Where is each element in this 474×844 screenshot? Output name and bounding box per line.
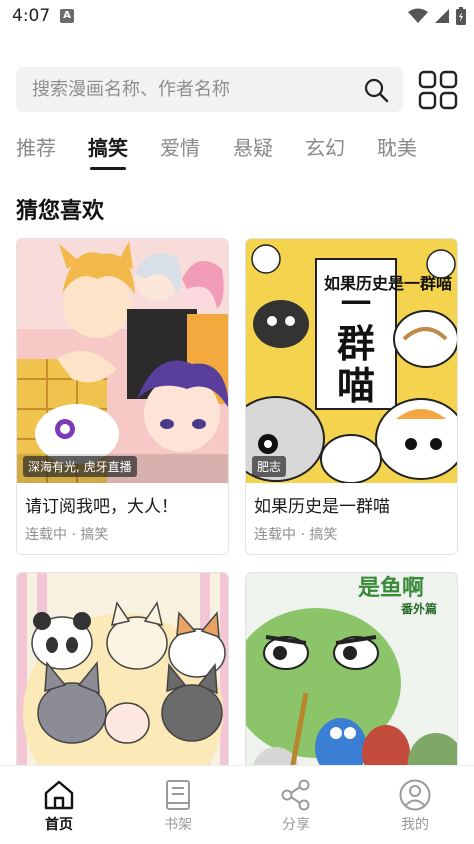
tab-funny[interactable]: 搞笑 <box>88 132 128 161</box>
nav-profile[interactable]: 我的 <box>380 778 450 834</box>
cover-illustration: 一 群 喵 如果历史是一群喵 <box>246 239 457 483</box>
cover-title-text: 如果历史是一群喵 <box>324 274 452 293</box>
bottom-nav: 首页 书架 分享 我的 <box>0 765 474 844</box>
share-icon <box>281 779 310 811</box>
cover-subtitle-text: 番外篇 <box>400 601 437 616</box>
wifi-icon <box>408 8 428 23</box>
comic-meta: 连载中 · 搞笑 <box>254 527 338 543</box>
comic-card[interactable]: 深海有光, 虎牙直播 请订阅我吧，大人！ 连载中 · 搞笑 <box>16 238 229 555</box>
nav-bookshelf[interactable]: 书架 <box>143 778 213 834</box>
comic-cover[interactable]: 一 群 喵 如果历史是一群喵 肥志 <box>246 239 457 483</box>
notification-icon: A <box>60 9 74 23</box>
search-icon[interactable] <box>363 77 389 103</box>
status-icons <box>408 7 466 25</box>
author-badge: 深海有光, 虎牙直播 <box>23 456 137 477</box>
nav-home-label: 首页 <box>45 817 73 833</box>
author-badge: 肥志 <box>252 456 287 477</box>
comic-title[interactable]: 请订阅我吧，大人！ <box>17 483 228 517</box>
svg-text:群: 群 <box>337 322 375 366</box>
comic-title[interactable]: 如果历史是一群喵 <box>246 483 457 517</box>
category-grid-icon[interactable] <box>418 70 458 110</box>
book-icon <box>166 780 190 810</box>
nav-bookshelf-label: 书架 <box>164 817 192 833</box>
active-tab-indicator <box>90 167 126 170</box>
battery-icon <box>456 7 466 25</box>
section-title: 猜您喜欢 <box>16 199 105 224</box>
nav-share[interactable]: 分享 <box>261 778 331 834</box>
cover-title-text: 是鱼啊 <box>358 575 424 601</box>
home-icon <box>44 780 74 810</box>
search-input[interactable] <box>32 67 352 112</box>
svg-text:喵: 喵 <box>337 364 375 408</box>
status-bar: 4:07 A <box>0 0 474 34</box>
user-icon <box>399 779 431 811</box>
comic-card[interactable]: 一 群 喵 如果历史是一群喵 肥志 如果历史是一群喵 连载中 · 搞笑 <box>245 238 458 555</box>
category-tabs: 推荐 搞笑 爱情 悬疑 玄幻 耽美 <box>16 132 456 174</box>
tab-recommend[interactable]: 推荐 <box>16 132 56 161</box>
comic-cover[interactable]: 深海有光, 虎牙直播 <box>17 239 228 483</box>
comic-meta: 连载中 · 搞笑 <box>25 527 109 543</box>
search-box[interactable] <box>16 67 403 112</box>
cover-illustration <box>17 239 228 483</box>
status-time: 4:07 <box>12 6 51 26</box>
tab-fantasy[interactable]: 玄幻 <box>305 132 345 161</box>
tab-bl[interactable]: 耽美 <box>377 132 417 161</box>
nav-profile-label: 我的 <box>401 817 429 833</box>
tab-mystery[interactable]: 悬疑 <box>233 132 273 161</box>
nav-home[interactable]: 首页 <box>24 778 94 834</box>
tab-romance[interactable]: 爱情 <box>160 132 200 161</box>
nav-share-label: 分享 <box>282 817 310 833</box>
signal-icon <box>435 9 449 23</box>
